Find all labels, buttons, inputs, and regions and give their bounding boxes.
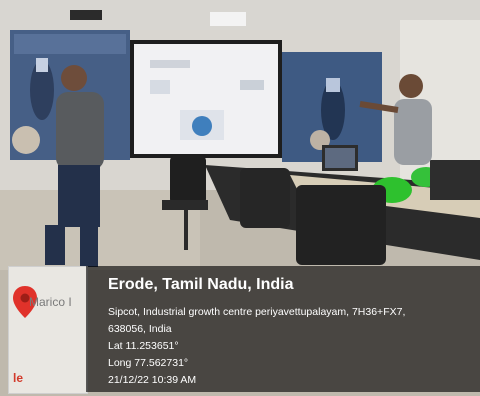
geotag-overlay: Erode, Tamil Nadu, India Sipcot, Industr… [86,266,480,392]
geotag-title: Erode, Tamil Nadu, India [108,276,294,293]
geotag-longitude: Long 77.562731° [108,357,189,369]
geotag-timestamp: 21/12/22 10:39 AM [108,374,197,386]
map-thumbnail: Marico I le [8,266,88,394]
presenter-right [399,74,423,98]
geotag-address-line2: 638056, India [108,323,172,335]
ceiling-speaker-left [70,10,102,20]
map-place-label: Marico I [29,295,72,309]
presenter-left [61,65,87,91]
geotag-latitude: Lat 11.253651° [108,340,179,352]
geotag-address-line1: Sipcot, Industrial growth centre periyav… [108,306,406,318]
ceiling-projector [210,12,246,26]
office-chair [170,155,206,205]
map-corner-text: le [13,371,24,385]
